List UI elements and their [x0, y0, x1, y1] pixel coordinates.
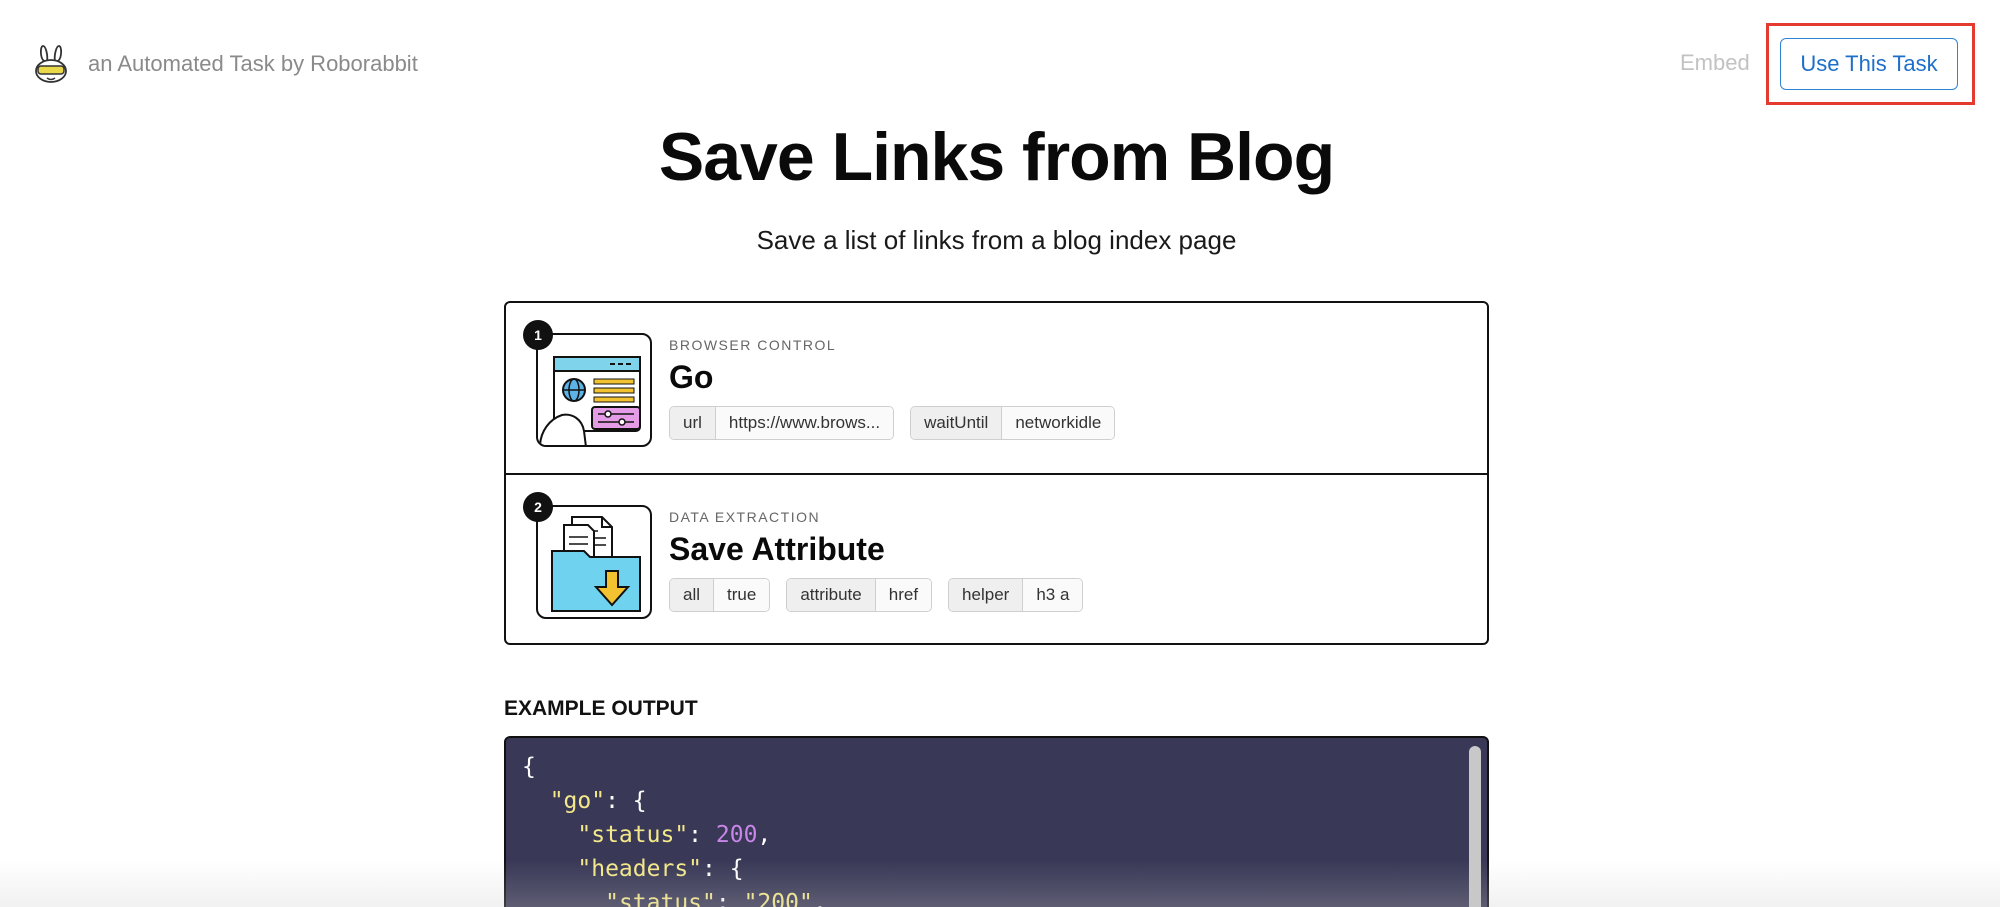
- steps-card: 1 BROWSER CONTROL Go url https://www.bro…: [504, 301, 1489, 645]
- param-value: https://www.brows...: [715, 407, 894, 439]
- param-value: networkidle: [1002, 407, 1115, 439]
- code-content: { "go": { "status": 200, "headers": { "s…: [506, 738, 1487, 907]
- param-key: url: [670, 407, 716, 439]
- param-helper: helper h3 a: [948, 578, 1084, 612]
- step-params: all true attribute href helper h3 a: [669, 578, 1084, 612]
- step-body: BROWSER CONTROL Go url https://www.brows…: [669, 337, 1116, 440]
- param-key: helper: [949, 579, 1024, 611]
- param-value: true: [714, 579, 770, 611]
- code-line: {: [522, 754, 536, 780]
- param-attribute: attribute href: [786, 578, 933, 612]
- code-scrollbar[interactable]: [1469, 746, 1481, 907]
- step-body: DATA EXTRACTION Save Attribute all true …: [669, 509, 1084, 612]
- top-bar: an Automated Task by Roborabbit Embed Us…: [0, 0, 2000, 130]
- param-value: h3 a: [1023, 579, 1083, 611]
- code-block[interactable]: { "go": { "status": 200, "headers": { "s…: [504, 736, 1489, 907]
- brand-text: an Automated Task by Roborabbit: [88, 51, 418, 76]
- embed-link[interactable]: Embed: [1680, 50, 1750, 76]
- param-value: href: [875, 579, 932, 611]
- step-params: url https://www.brows... waitUntil netwo…: [669, 406, 1116, 440]
- code-line: "headers": {: [577, 856, 744, 882]
- step-name: Save Attribute: [669, 531, 885, 567]
- browser-window-icon: [536, 333, 652, 447]
- param-key: all: [670, 579, 715, 611]
- brand[interactable]: an Automated Task by Roborabbit: [32, 44, 418, 84]
- folder-download-icon: [536, 505, 652, 619]
- code-line: "status": "200",: [605, 890, 827, 907]
- page-title: Save Links from Blog: [658, 119, 1335, 195]
- step-name: Go: [669, 359, 714, 395]
- step-category: DATA EXTRACTION: [669, 509, 821, 525]
- step-category: BROWSER CONTROL: [669, 337, 837, 353]
- example-output-label: EXAMPLE OUTPUT: [504, 697, 698, 720]
- param-waituntil: waitUntil networkidle: [910, 406, 1116, 440]
- code-line: "go": {: [549, 788, 647, 814]
- step-number: 2: [523, 492, 553, 522]
- step-save-attribute[interactable]: 2 DATA EXTRACTION Save Attribute all tru…: [506, 473, 1487, 642]
- param-url: url https://www.brows...: [669, 406, 895, 440]
- param-all: all true: [669, 578, 771, 612]
- code-line: "status": 200,: [577, 822, 772, 848]
- param-key: attribute: [787, 579, 876, 611]
- rabbit-logo-icon: [35, 45, 67, 83]
- step-number: 1: [523, 320, 553, 350]
- use-this-task-button[interactable]: Use This Task: [1780, 38, 1958, 90]
- param-key: waitUntil: [911, 407, 1003, 439]
- step-go[interactable]: 1 BROWSER CONTROL Go url https://www.bro…: [506, 303, 1487, 473]
- page-subtitle: Save a list of links from a blog index p…: [756, 225, 1237, 255]
